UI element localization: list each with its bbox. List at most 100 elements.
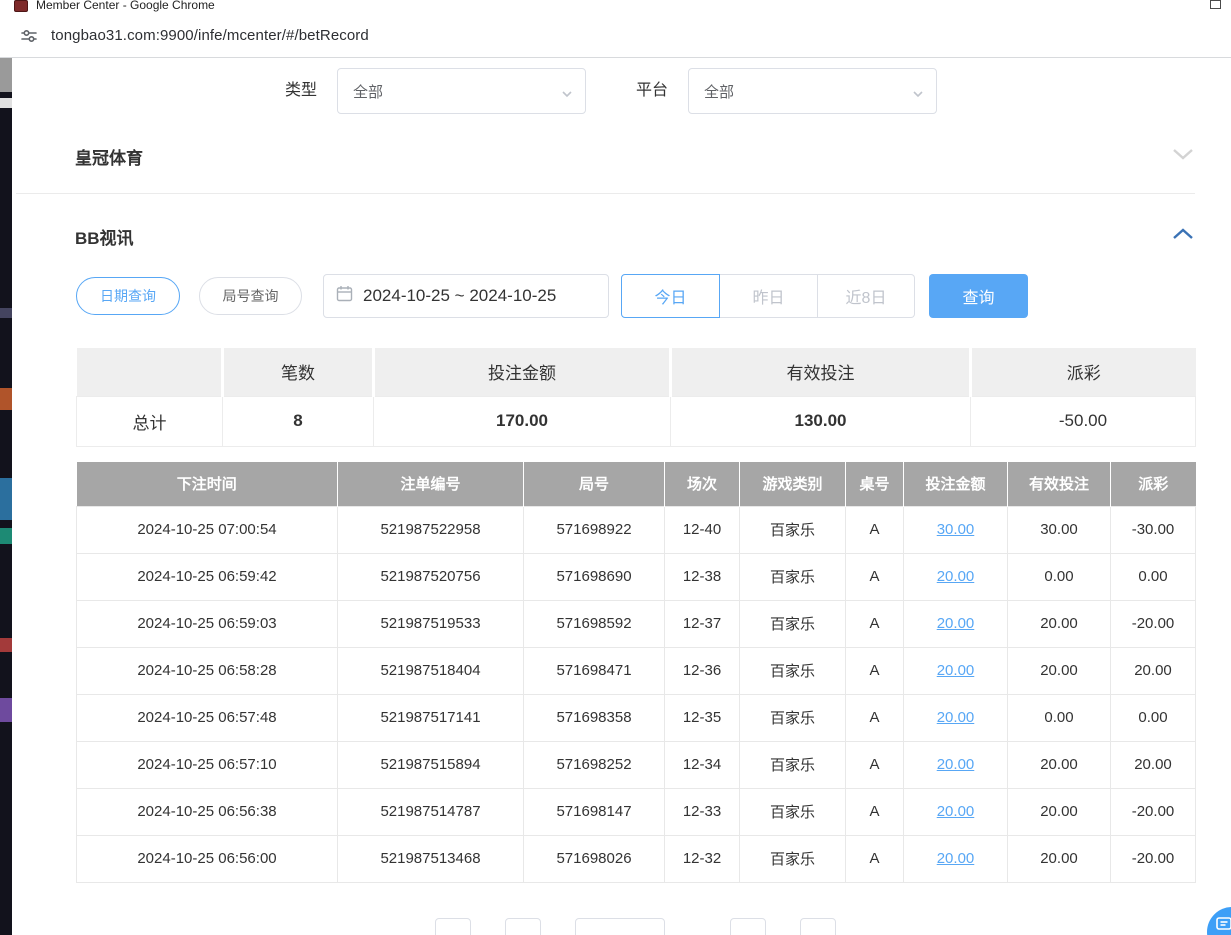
- bet-amount-link[interactable]: 20.00: [937, 568, 975, 585]
- browser-window: Member Center - Google Chrome tongbao31.…: [0, 0, 1231, 935]
- bet-amount-link[interactable]: 20.00: [937, 850, 975, 867]
- search-button[interactable]: 查询: [929, 274, 1028, 318]
- chevron-up-icon: [1171, 227, 1195, 246]
- tab-round-query[interactable]: 局号查询: [199, 277, 302, 315]
- cell-round-no: 571698358: [524, 694, 665, 741]
- col-round-no: 局号: [524, 462, 665, 506]
- summary-header-count: 笔数: [223, 348, 374, 396]
- cell-valid-bet: 20.00: [1008, 788, 1111, 835]
- cell-valid-bet: 0.00: [1008, 553, 1111, 600]
- cell-game: 百家乐: [740, 788, 846, 835]
- cell-game: 百家乐: [740, 506, 846, 553]
- today-button[interactable]: 今日: [621, 274, 720, 318]
- cell-time: 2024-10-25 06:59:03: [77, 600, 338, 647]
- cell-game: 百家乐: [740, 694, 846, 741]
- cell-valid-bet: 20.00: [1008, 600, 1111, 647]
- summary-total-label: 总计: [77, 396, 223, 446]
- last-8-days-button[interactable]: 近8日: [818, 274, 915, 318]
- cell-order-no: 521987518404: [338, 647, 524, 694]
- section-title: BB视讯: [75, 224, 134, 249]
- type-filter-select[interactable]: 全部: [337, 68, 586, 114]
- col-game-type: 游戏类别: [740, 462, 846, 506]
- cell-session: 12-40: [665, 506, 740, 553]
- cell-game: 百家乐: [740, 741, 846, 788]
- cell-payout: 20.00: [1111, 741, 1196, 788]
- chevron-down-icon: [1171, 147, 1195, 166]
- window-titlebar: Member Center - Google Chrome: [0, 0, 1231, 14]
- yesterday-button[interactable]: 昨日: [720, 274, 818, 318]
- bet-amount-link[interactable]: 30.00: [937, 521, 975, 538]
- summary-valid-value: 130.00: [671, 396, 971, 446]
- summary-table: 笔数 投注金额 有效投注 派彩 总计 8 170.00 130.00 -50.0…: [76, 348, 1196, 447]
- cell-session: 12-34: [665, 741, 740, 788]
- cell-session: 12-38: [665, 553, 740, 600]
- cell-table-no: A: [846, 600, 904, 647]
- col-bet-amount: 投注金额: [904, 462, 1008, 506]
- bet-record-table: 下注时间 注单编号 局号 场次 游戏类别 桌号 投注金额 有效投注 派彩 202…: [76, 462, 1196, 883]
- bet-amount-link[interactable]: 20.00: [937, 709, 975, 726]
- date-range-input[interactable]: 2024-10-25 ~ 2024-10-25: [323, 274, 609, 318]
- cell-valid-bet: 20.00: [1008, 835, 1111, 882]
- cell-payout: 0.00: [1111, 694, 1196, 741]
- maximize-icon[interactable]: [1210, 0, 1221, 9]
- cell-time: 2024-10-25 06:57:10: [77, 741, 338, 788]
- platform-filter-select[interactable]: 全部: [688, 68, 937, 114]
- summary-header-blank: [77, 348, 223, 396]
- pagination-prev-button[interactable]: [435, 918, 471, 935]
- cell-payout: 0.00: [1111, 553, 1196, 600]
- pagination-jump-input[interactable]: [800, 918, 836, 935]
- strip-fragment: [0, 308, 12, 318]
- cell-time: 2024-10-25 07:00:54: [77, 506, 338, 553]
- cell-order-no: 521987520756: [338, 553, 524, 600]
- pagination-next-button[interactable]: [730, 918, 766, 935]
- bet-amount-link[interactable]: 20.00: [937, 615, 975, 632]
- type-filter-value: 全部: [353, 81, 383, 102]
- cell-order-no: 521987517141: [338, 694, 524, 741]
- summary-header-bet: 投注金额: [374, 348, 671, 396]
- cell-session: 12-32: [665, 835, 740, 882]
- section-bb-video[interactable]: BB视讯: [75, 210, 1195, 262]
- strip-fragment: [0, 388, 12, 410]
- table-row: 2024-10-25 06:59:42 521987520756 5716986…: [77, 553, 1196, 600]
- cell-game: 百家乐: [740, 647, 846, 694]
- table-header-row: 下注时间 注单编号 局号 场次 游戏类别 桌号 投注金额 有效投注 派彩: [77, 462, 1196, 506]
- cell-table-no: A: [846, 835, 904, 882]
- cell-valid-bet: 30.00: [1008, 506, 1111, 553]
- strip-fragment: [0, 528, 12, 544]
- table-row: 2024-10-25 06:58:28 521987518404 5716984…: [77, 647, 1196, 694]
- site-settings-icon[interactable]: [20, 27, 38, 45]
- cell-session: 12-36: [665, 647, 740, 694]
- col-payout: 派彩: [1111, 462, 1196, 506]
- url-text[interactable]: tongbao31.com:9900/infe/mcenter/#/betRec…: [51, 27, 369, 44]
- window-title: Member Center - Google Chrome: [36, 0, 215, 12]
- col-table-no: 桌号: [846, 462, 904, 506]
- pagination-page-button[interactable]: [505, 918, 541, 935]
- bet-amount-link[interactable]: 20.00: [937, 662, 975, 679]
- cell-round-no: 571698690: [524, 553, 665, 600]
- cell-order-no: 521987514787: [338, 788, 524, 835]
- tab-date-query[interactable]: 日期查询: [76, 277, 180, 315]
- cell-table-no: A: [846, 788, 904, 835]
- type-filter-label: 类型: [285, 68, 317, 114]
- cell-round-no: 571698026: [524, 835, 665, 882]
- strip-fragment: [0, 638, 12, 652]
- cell-payout: -20.00: [1111, 835, 1196, 882]
- cell-round-no: 571698147: [524, 788, 665, 835]
- cell-order-no: 521987519533: [338, 600, 524, 647]
- platform-filter-label: 平台: [636, 68, 668, 114]
- cell-valid-bet: 20.00: [1008, 647, 1111, 694]
- cell-game: 百家乐: [740, 553, 846, 600]
- bet-amount-link[interactable]: 20.00: [937, 756, 975, 773]
- page-content: 类型 全部 平台 全部 皇冠体育 BB视讯: [12, 58, 1231, 935]
- bet-amount-link[interactable]: 20.00: [937, 803, 975, 820]
- summary-header-row: 笔数 投注金额 有效投注 派彩: [77, 348, 1196, 396]
- summary-payout-value: -50.00: [971, 396, 1196, 446]
- date-range-value: 2024-10-25 ~ 2024-10-25: [363, 286, 556, 306]
- section-crown-sports[interactable]: 皇冠体育: [75, 130, 1195, 182]
- chevron-down-icon: [561, 86, 573, 104]
- cell-round-no: 571698252: [524, 741, 665, 788]
- cell-round-no: 571698471: [524, 647, 665, 694]
- pagination-page-size-select[interactable]: [575, 918, 665, 935]
- summary-header-valid: 有效投注: [671, 348, 971, 396]
- cell-round-no: 571698922: [524, 506, 665, 553]
